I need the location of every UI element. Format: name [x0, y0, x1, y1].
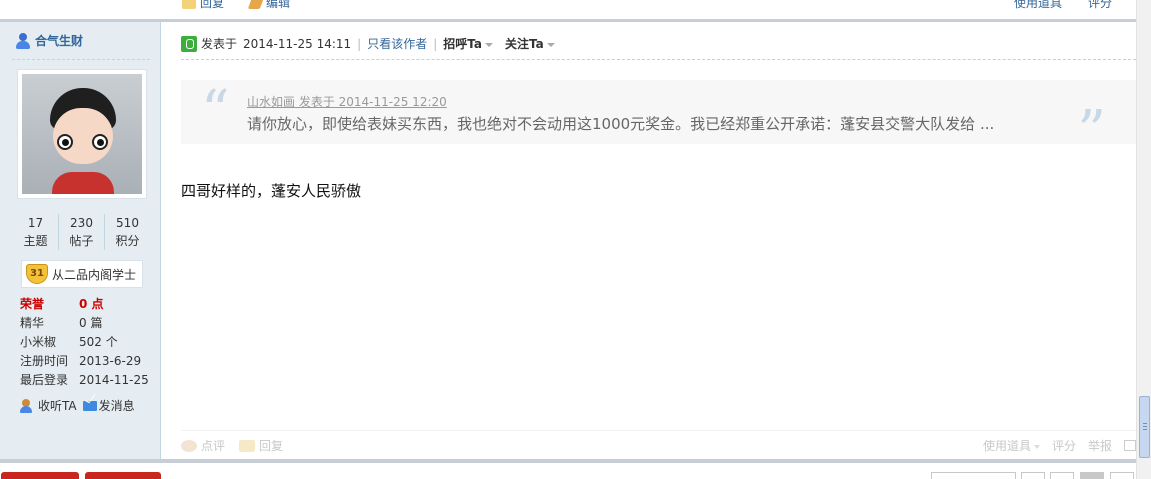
info-value: 2014-11-25 — [79, 373, 149, 387]
mail-icon — [82, 400, 97, 411]
tools-dropdown[interactable]: 使用道具 — [983, 437, 1040, 454]
prev-edit-label: 编辑 — [266, 0, 291, 10]
info-value: 2013-6-29 — [79, 354, 142, 368]
author-info-list: 荣誉 0 点 精华 0 篇 小米椒 502 个 注册时间 2013-6-29 最… — [20, 295, 155, 390]
author-stats: 17 主题 230 帖子 510 积分 — [13, 214, 150, 250]
prev-edit-button[interactable]: 编辑 — [247, 0, 291, 11]
pager-button[interactable] — [1050, 472, 1074, 479]
tools-label: 使用道具 — [982, 439, 1031, 453]
prev-reply-label: 回复 — [200, 0, 225, 10]
info-row-last-login: 最后登录 2014-11-25 — [20, 371, 155, 390]
rank-title: 从二品内阁学士 — [52, 267, 137, 282]
user-icon — [15, 32, 31, 49]
info-value: 0 篇 — [79, 316, 103, 330]
info-value: 502 个 — [79, 335, 118, 349]
prev-tools-dropdown[interactable]: 使用道具 — [1014, 0, 1062, 11]
follow-ta-label: 关注Ta — [505, 37, 544, 51]
new-thread-button[interactable] — [1, 472, 79, 479]
rate-button[interactable]: 评分 — [1052, 437, 1076, 454]
comment-label: 点评 — [201, 439, 226, 453]
follow-author-link[interactable]: 收听TA — [20, 397, 77, 414]
scrollbar-thumb[interactable] — [1139, 396, 1150, 458]
stat-value: 17 — [27, 216, 44, 230]
vertical-scrollbar[interactable] — [1136, 0, 1151, 479]
follow-dropdown[interactable]: 关注Ta — [505, 35, 555, 52]
comment-button[interactable]: 点评 — [181, 437, 225, 454]
meta-divider — [181, 59, 1136, 60]
info-key: 小米椒 — [20, 335, 57, 349]
quote-body: 请你放心，即使给表妹买东西，我也绝对不会动用这1000元奖金。我已经郑重公开承诺… — [247, 115, 995, 133]
info-row-registered: 注册时间 2013-6-29 — [20, 352, 155, 371]
info-row-pepper: 小米椒 502 个 — [20, 333, 155, 352]
author-sidebar: 合气生财 17 主题 230 帖子 510 积分 31 从二品内阁学士 荣誉 0… — [0, 22, 161, 459]
forum-thread-page: 回复 编辑 使用道具 评分 合气生财 17 主题 230 帖子 510 积分 3… — [0, 0, 1151, 479]
avatar-image — [22, 74, 142, 194]
stat-label: 积分 — [115, 234, 140, 248]
quote-header-link[interactable]: 山水如画 发表于 2014-11-25 12:20 — [247, 93, 447, 110]
stat-value: 510 — [116, 216, 139, 230]
reply-button[interactable]: 回复 — [239, 437, 283, 454]
stat-label: 帖子 — [69, 234, 94, 248]
post-message: 四哥好样的，蓬安人民骄傲 — [181, 182, 362, 200]
author-divider — [12, 59, 150, 60]
post-divider-bottom — [0, 459, 1136, 463]
pager-input[interactable] — [931, 472, 1016, 479]
post-content: 发表于 2014-11-25 14:11 | 只看该作者 | 招呼Ta 关注Ta… — [162, 22, 1136, 459]
info-row-honor: 荣誉 0 点 — [20, 295, 155, 314]
posted-prefix: 发表于 — [201, 37, 238, 51]
reply-icon — [182, 0, 196, 9]
rank-level-icon: 31 — [26, 264, 48, 284]
message-label: 发消息 — [98, 399, 135, 413]
post-meta: 发表于 2014-11-25 14:11 | 只看该作者 | 招呼Ta 关注Ta — [181, 35, 555, 52]
send-message-link[interactable]: 发消息 — [82, 397, 135, 414]
rank-badge: 31 从二品内阁学士 — [21, 260, 144, 288]
only-author-link[interactable]: 只看该作者 — [367, 35, 427, 52]
select-checkbox[interactable] — [1124, 440, 1136, 451]
author-actions: 收听TA 发消息 — [20, 397, 135, 414]
report-button[interactable]: 举报 — [1088, 437, 1112, 454]
stat-posts[interactable]: 230 帖子 — [59, 214, 105, 250]
follow-icon — [20, 398, 36, 413]
author-name[interactable]: 合气生财 — [35, 32, 83, 49]
greet-label: 招呼Ta — [443, 37, 483, 51]
prev-reply-button[interactable]: 回复 — [182, 0, 224, 11]
pencil-icon — [247, 0, 265, 9]
pager-button-current[interactable] — [1080, 472, 1104, 479]
chevron-down-icon — [546, 42, 555, 47]
previous-post-action-bar: 回复 编辑 使用道具 评分 — [162, 0, 1136, 10]
posted-time: 2014-11-25 14:11 — [243, 36, 352, 51]
stat-value: 230 — [70, 216, 93, 230]
info-key: 最后登录 — [20, 373, 69, 387]
follow-label: 收听TA — [38, 399, 77, 413]
stat-label: 主题 — [23, 234, 48, 248]
stat-threads[interactable]: 17 主题 — [13, 214, 59, 250]
chevron-down-icon — [485, 42, 494, 47]
reply-label: 回复 — [259, 439, 284, 453]
online-status-icon — [181, 35, 197, 52]
reply-thread-button[interactable] — [85, 472, 161, 479]
prev-tools-label: 使用道具 — [1014, 0, 1063, 10]
info-row-digest: 精华 0 篇 — [20, 314, 155, 333]
avatar[interactable] — [17, 69, 147, 199]
comment-icon — [181, 439, 197, 452]
prev-rate-button[interactable]: 评分 — [1088, 0, 1112, 11]
prev-rate-label: 评分 — [1088, 0, 1113, 10]
post-footer: 点评 回复 使用道具 评分 举报 — [181, 430, 1136, 454]
pager-button[interactable] — [1110, 472, 1134, 479]
reply-icon — [239, 439, 256, 452]
pager-button[interactable] — [1021, 472, 1045, 479]
author-link[interactable]: 合气生财 — [15, 32, 83, 49]
greet-dropdown[interactable]: 招呼Ta — [443, 35, 494, 52]
quote-block: “ 山水如画 发表于 2014-11-25 12:20 请你放心，即使给表妹买东… — [181, 79, 1136, 162]
stat-points[interactable]: 510 积分 — [105, 214, 150, 250]
info-key: 荣誉 — [20, 297, 45, 311]
quote-open-icon: “ — [201, 79, 230, 144]
info-value: 0 点 — [79, 297, 104, 311]
info-key: 精华 — [20, 316, 45, 330]
info-key: 注册时间 — [20, 354, 69, 368]
quote-close-icon: ” — [1077, 99, 1106, 164]
chevron-down-icon — [1033, 444, 1040, 449]
